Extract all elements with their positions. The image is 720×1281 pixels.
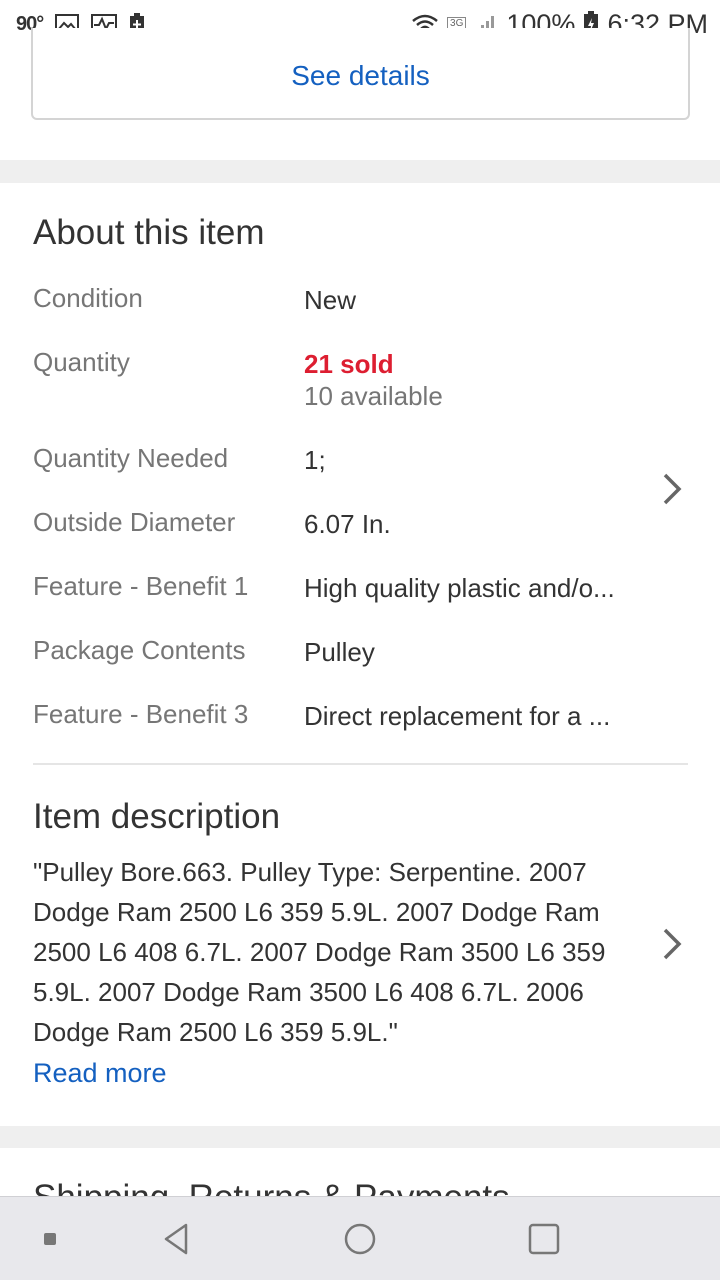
recents-icon[interactable]: [516, 1197, 572, 1281]
spec-value-outside-diameter: 6.07 In.: [304, 509, 391, 539]
spec-label-condition: Condition: [33, 283, 143, 313]
chevron-right-icon[interactable]: [660, 471, 684, 507]
spec-label-quantity-needed: Quantity Needed: [33, 443, 229, 473]
description-chevron-right-icon[interactable]: [660, 926, 684, 962]
spec-value-feature-benefit-3: Direct replacement for a ...: [304, 701, 611, 731]
section-divider: [0, 160, 720, 183]
square-dot-icon[interactable]: [28, 1197, 72, 1281]
spec-label-outside-diameter: Outside Diameter: [33, 507, 236, 537]
spec-value-quantity-needed: 1;: [304, 445, 326, 475]
available-count: 10 available: [304, 381, 443, 411]
see-details-label: See details: [291, 60, 430, 91]
system-nav-bar: [0, 1196, 720, 1280]
section-divider-2: [0, 1126, 720, 1148]
shipping-section[interactable]: Shipping, Returns & Payments: [0, 1148, 720, 1196]
spec-label-package-contents: Package Contents: [33, 635, 246, 665]
see-details-button[interactable]: See details: [31, 28, 690, 120]
spec-value-condition: New: [304, 285, 357, 315]
divider: [33, 763, 688, 765]
spec-label-feature-benefit-3: Feature - Benefit 3: [33, 699, 249, 729]
spec-label-quantity: Quantity: [33, 347, 130, 377]
description-text: "Pulley Bore.663. Pulley Type: Serpentin…: [33, 857, 606, 1047]
shipping-title: Shipping, Returns & Payments: [33, 1178, 510, 1196]
sold-count: 21 sold: [304, 349, 394, 379]
spec-value-feature-benefit-1: High quality plastic and/o...: [304, 573, 615, 603]
spec-label-feature-benefit-1: Feature - Benefit 1: [33, 571, 249, 601]
description-title: Item description: [33, 797, 281, 836]
read-more-link[interactable]: Read more: [33, 1058, 167, 1089]
about-title: About this item: [33, 213, 265, 252]
home-icon[interactable]: [332, 1197, 388, 1281]
back-icon[interactable]: [148, 1197, 204, 1281]
spec-value-package-contents: Pulley: [304, 637, 375, 667]
